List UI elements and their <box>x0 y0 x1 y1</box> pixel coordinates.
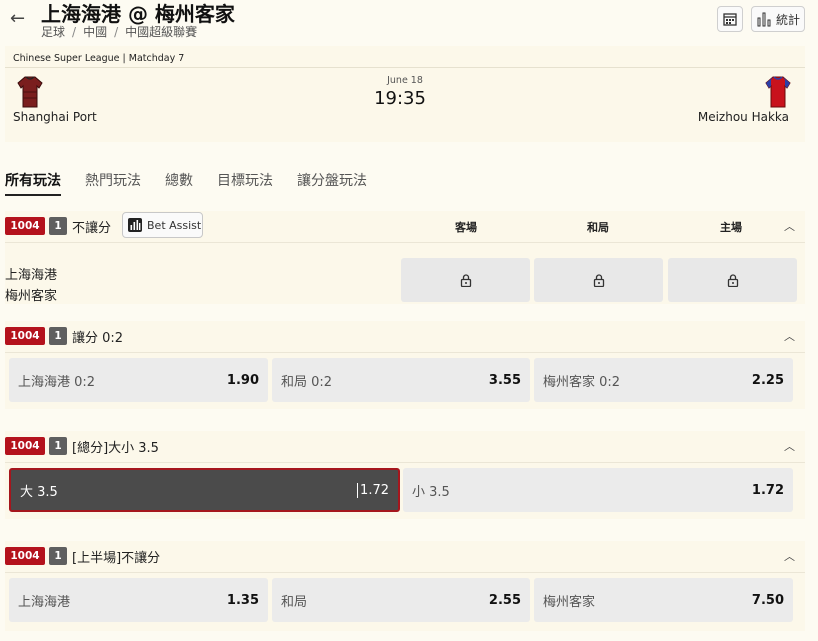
odds-button-selected[interactable]: 大 3.5 1.72 <box>9 468 400 512</box>
breadcrumb-separator: / <box>72 25 77 39</box>
odds-value: 7.50 <box>751 592 784 608</box>
tab-goals[interactable]: 目標玩法 <box>217 170 273 196</box>
calendar-button[interactable] <box>717 6 743 32</box>
breadcrumb-separator: / <box>114 25 119 39</box>
odds-label: 梅州客家 <box>543 594 596 610</box>
column-header-away: 客場 <box>455 221 477 234</box>
market-id-badge: 1004 <box>5 437 45 455</box>
odds-value: 2.55 <box>488 592 521 608</box>
market-id-badge: 1004 <box>5 547 45 565</box>
match-card[interactable]: Chinese Super League | Matchday 7 Shangh… <box>5 46 805 142</box>
market-title: 讓分 0:2 <box>72 331 124 346</box>
match-date: June 18 <box>387 75 423 86</box>
match-time: 19:35 <box>374 88 426 109</box>
market-header[interactable]: 1004 1 [上半場]不讓分 ︿ <box>5 541 805 573</box>
odds-value: 1.72 <box>751 482 784 498</box>
lock-icon <box>727 273 738 287</box>
market-over-under: 1004 1 [總分]大小 3.5 ︿ 大 3.5 1.72 小 3.5 1.7… <box>5 431 805 519</box>
team-names-list: 上海海港 梅州客家 <box>5 265 57 307</box>
column-header-draw: 和局 <box>587 221 609 234</box>
odds-label: 上海海港 <box>18 594 71 610</box>
odds-label: 小 3.5 <box>412 484 450 500</box>
bar-chart-icon <box>128 218 142 232</box>
odds-button[interactable]: 上海海港 0:2 1.90 <box>9 358 268 402</box>
market-tabs: 所有玩法 熱門玩法 總數 目標玩法 讓分盤玩法 <box>5 170 367 196</box>
locked-odds-draw <box>534 258 663 302</box>
odds-label: 和局 0:2 <box>281 374 333 390</box>
market-title: [上半場]不讓分 <box>72 551 161 566</box>
market-count-badge: 1 <box>49 327 67 345</box>
odds-label: 上海海港 0:2 <box>18 374 96 390</box>
odds-value: 1.72 <box>360 482 389 498</box>
column-header-home: 主場 <box>720 221 742 234</box>
odds-label: 大 3.5 <box>20 484 58 500</box>
odds-button[interactable]: 上海海港 1.35 <box>9 578 268 622</box>
odds-value: 2.25 <box>751 372 784 388</box>
market-count-badge: 1 <box>49 217 67 235</box>
breadcrumb: 足球 / 中國 / 中國超級聯賽 <box>41 23 197 40</box>
breadcrumb-country[interactable]: 中國 <box>83 25 107 39</box>
chevron-up-icon[interactable]: ︿ <box>784 438 795 454</box>
arrow-left-icon[interactable]: ← <box>10 8 25 29</box>
chevron-up-icon[interactable]: ︿ <box>784 548 795 564</box>
odds-label: 梅州客家 0:2 <box>543 374 621 390</box>
divider <box>5 67 805 68</box>
breadcrumb-league[interactable]: 中國超級聯賽 <box>125 25 197 39</box>
away-team-name: Meizhou Hakka <box>697 110 789 124</box>
calendar-icon <box>723 13 737 26</box>
team-name-row: 梅州客家 <box>5 289 58 304</box>
market-count-badge: 1 <box>49 547 67 565</box>
odds-button[interactable]: 和局 2.55 <box>272 578 530 622</box>
tab-totals[interactable]: 總數 <box>165 170 193 196</box>
top-bar: ← 上海海港 @ 梅州客家 足球 / 中國 / 中國超級聯賽 統計 <box>0 0 818 44</box>
bet-assist-button[interactable]: Bet Assist <box>122 212 203 238</box>
bar-chart-icon <box>757 12 771 27</box>
market-first-half-result: 1004 1 [上半場]不讓分 ︿ 上海海港 1.35 和局 2.55 梅州客家… <box>5 541 805 631</box>
stats-button[interactable]: 統計 <box>751 6 805 32</box>
market-handicap: 1004 1 讓分 0:2 ︿ 上海海港 0:2 1.90 和局 0:2 3.5… <box>5 321 805 409</box>
lock-icon <box>460 273 471 287</box>
text-cursor <box>357 482 359 498</box>
chevron-up-icon[interactable]: ︿ <box>784 218 795 234</box>
odds-button[interactable]: 和局 0:2 3.55 <box>272 358 530 402</box>
tab-all[interactable]: 所有玩法 <box>5 170 61 196</box>
market-header[interactable]: 1004 1 不讓分 Bet Assist 客場 和局 主場 ︿ <box>5 211 805 243</box>
market-header[interactable]: 1004 1 讓分 0:2 ︿ <box>5 321 805 353</box>
bet-assist-label: Bet Assist <box>147 218 202 232</box>
locked-odds-home <box>668 258 797 302</box>
market-header[interactable]: 1004 1 [總分]大小 3.5 ︿ <box>5 431 805 463</box>
market-id-badge: 1004 <box>5 217 45 235</box>
locked-odds-away <box>401 258 530 302</box>
odds-label: 和局 <box>281 594 308 610</box>
market-match-result: 1004 1 不讓分 Bet Assist 客場 和局 主場 ︿ 上海海港 梅州… <box>5 211 805 304</box>
chevron-up-icon[interactable]: ︿ <box>784 328 795 344</box>
market-count-badge: 1 <box>49 437 67 455</box>
market-title: [總分]大小 3.5 <box>72 441 159 456</box>
odds-value: 1.35 <box>226 592 259 608</box>
odds-button[interactable]: 梅州客家 7.50 <box>534 578 793 622</box>
odds-button[interactable]: 梅州客家 0:2 2.25 <box>534 358 793 402</box>
stats-label: 統計 <box>775 12 800 27</box>
odds-value: 1.90 <box>226 372 259 388</box>
league-info: Chinese Super League | Matchday 7 <box>13 53 185 64</box>
tab-popular[interactable]: 熱門玩法 <box>85 170 141 196</box>
tab-handicap[interactable]: 讓分盤玩法 <box>297 170 367 196</box>
home-team-name: Shanghai Port <box>13 110 97 124</box>
lock-icon <box>593 273 604 287</box>
market-id-badge: 1004 <box>5 327 45 345</box>
market-title: 不讓分 <box>72 221 112 236</box>
odds-button[interactable]: 小 3.5 1.72 <box>403 468 793 512</box>
breadcrumb-sport[interactable]: 足球 <box>41 25 65 39</box>
team-name-row: 上海海港 <box>5 268 58 283</box>
odds-value: 3.55 <box>488 372 521 388</box>
